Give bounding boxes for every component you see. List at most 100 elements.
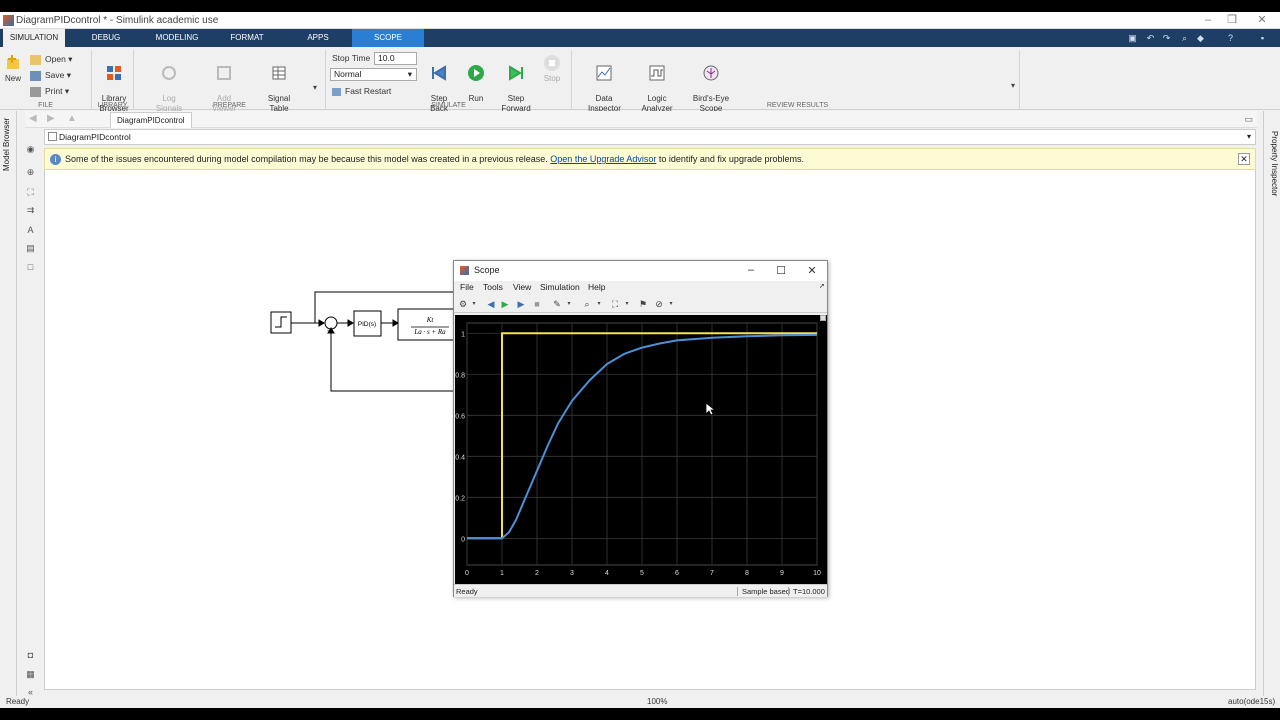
forward-arrow-icon[interactable]: ▶ [47,113,55,124]
toolstrip-expand-arrow-icon[interactable]: ▾ [1011,81,1015,90]
model-navigation-bar: ◀ ▶ ▲ DiagramPIDcontrol ▭ [25,111,1257,128]
notification-quick-icon[interactable]: ◆ [1194,32,1207,44]
scope-menu-file[interactable]: File [460,282,474,292]
model-browser-label[interactable]: Model Browser [2,118,11,171]
tab-debug[interactable]: DEBUG [78,29,134,47]
up-arrow-icon[interactable]: ▲ [67,113,77,124]
mouse-cursor-icon [705,402,715,416]
stop-label: Stop [543,74,561,83]
simulink-logo-icon [3,15,14,26]
scope-menu-tools[interactable]: Tools [483,282,503,292]
simulation-mode-select[interactable]: Normal ▾ [330,68,417,81]
annotation-icon[interactable]: A [25,225,36,235]
scope-zoom-icon[interactable]: ⌕ [582,299,592,309]
dropdown-arrow-icon[interactable]: ▾ [594,299,604,309]
fit-to-view-icon[interactable]: ⛶ [25,187,36,197]
scope-sample-mode: Sample based [737,587,790,596]
dropdown-arrow-icon[interactable]: ▾ [469,299,479,309]
tab-modeling[interactable]: MODELING [148,29,206,47]
stop-icon [544,55,560,71]
report-icon[interactable]: ▦ [25,669,36,679]
property-inspector-bar[interactable]: Property Inspector [1263,111,1280,696]
tab-simulation[interactable]: SIMULATION [3,29,65,47]
open-button[interactable]: Open ▾ [30,52,72,66]
scope-step-back-icon[interactable]: ◀ [486,299,496,309]
fast-restart-icon [332,87,341,96]
camera-icon[interactable]: ◘ [25,650,36,660]
y-tick-label: 0.2 [455,495,465,502]
scope-run-icon[interactable]: ▶ [500,299,510,309]
scope-plot-area[interactable]: 0 1 2 3 4 5 6 7 8 9 10 0 0.2 0.4 0.6 0.8 1 [455,315,827,591]
save-button[interactable]: Save ▾ [30,68,71,82]
tab-apps[interactable]: APPS [292,29,344,47]
save-quick-icon[interactable]: ▣ [1126,32,1139,44]
collapse-ribbon-icon[interactable]: ▪ [1256,32,1269,44]
back-arrow-icon[interactable]: ◀ [29,113,37,124]
x-tick-label: 9 [780,570,784,577]
dropdown-arrow-icon[interactable]: ▾ [564,299,574,309]
scope-settings-icon[interactable]: ⚙ [458,299,468,309]
y-tick-label: 0 [461,536,465,543]
scope-stop-icon[interactable]: ■ [532,299,542,309]
upgrade-advisor-link[interactable]: Open the Upgrade Advisor [550,154,656,164]
folder-icon [30,54,41,65]
scope-menu-view[interactable]: View [513,282,531,292]
add-viewer-icon [217,66,231,80]
area-icon[interactable]: □ [25,262,36,272]
plot-expand-icon[interactable] [820,315,826,321]
scope-plot: 0 1 2 3 4 5 6 7 8 9 10 0 0.2 0.4 0.6 0.8 1 [455,322,821,577]
scope-highlight-icon[interactable]: ✎ [552,299,562,309]
help-quick-icon[interactable]: ? [1224,32,1237,44]
prepare-section-label: PREPARE [213,102,246,109]
search-quick-icon[interactable]: ⌕ [1178,32,1191,44]
scope-window[interactable]: Scope – ☐ ✕ File Tools View Simulation H… [453,260,828,597]
new-button[interactable]: New [3,54,23,84]
scope-title-bar[interactable]: Scope – ☐ ✕ [454,261,827,281]
prepare-expand-arrow-icon[interactable]: ▾ [313,83,317,92]
upgrade-notification-banner: i Some of the issues encountered during … [44,148,1256,170]
arrow-icon[interactable]: ⇉ [25,205,36,215]
stop-button[interactable]: Stop [540,54,564,84]
scope-step-forward-icon[interactable]: ▶ [516,299,526,309]
model-browser-bar[interactable]: Model Browser [0,111,17,696]
x-tick-label: 3 [570,570,574,577]
birds-eye-scope-icon [703,65,719,81]
scope-triggers-icon[interactable]: ⚑ [638,299,648,309]
stop-time-input[interactable]: 10.0 [374,52,417,65]
x-tick-label: 7 [710,570,714,577]
scope-menu-help[interactable]: Help [588,282,605,292]
undo-quick-icon[interactable]: ↶ [1144,32,1157,44]
dropdown-arrow-icon[interactable]: ▾ [622,299,632,309]
zoom-icon[interactable]: ⊕ [25,167,36,177]
print-label: Print [45,86,63,96]
dropdown-arrow-icon[interactable]: ▾ [666,299,676,309]
x-tick-label: 6 [675,570,679,577]
property-inspector-label[interactable]: Property Inspector [1270,131,1279,196]
image-icon[interactable]: ▤ [25,243,36,253]
scope-autoscale-icon[interactable]: ⛶ [610,299,620,309]
run-button[interactable]: Run [464,54,488,104]
banner-text-end: to identify and fix upgrade problems. [658,154,804,164]
close-banner-icon[interactable]: ✕ [1238,153,1250,165]
model-tab[interactable]: DiagramPIDcontrol [110,112,192,128]
tab-scope[interactable]: SCOPE [352,29,424,47]
redo-quick-icon[interactable]: ↷ [1160,32,1173,44]
minimize-button[interactable]: – [1196,13,1220,28]
scope-undock-icon[interactable]: ➚ [819,282,825,290]
breadcrumb-dropdown-icon[interactable]: ▾ [1247,130,1251,144]
print-button[interactable]: Print ▾ [30,84,69,98]
status-text: Ready [6,697,30,706]
scope-close-button[interactable]: ✕ [802,264,822,277]
hide-explorer-icon[interactable]: ◉ [25,144,36,154]
tab-format[interactable]: FORMAT [220,29,274,47]
breadcrumb-model[interactable]: DiagramPIDcontrol [59,130,131,144]
scope-menu-simulation[interactable]: Simulation [540,282,580,292]
close-button[interactable]: ✕ [1250,13,1274,28]
restore-button[interactable]: ❐ [1220,13,1244,28]
scope-measurements-icon[interactable]: ⊘ [654,299,664,309]
scope-maximize-button[interactable]: ☐ [771,264,791,277]
scope-minimize-button[interactable]: – [741,264,761,276]
solver-status[interactable]: auto(ode15s) [1228,696,1275,708]
fast-restart-button[interactable]: Fast Restart [332,84,391,98]
hide-bar-icon[interactable]: ▭ [1244,114,1253,125]
